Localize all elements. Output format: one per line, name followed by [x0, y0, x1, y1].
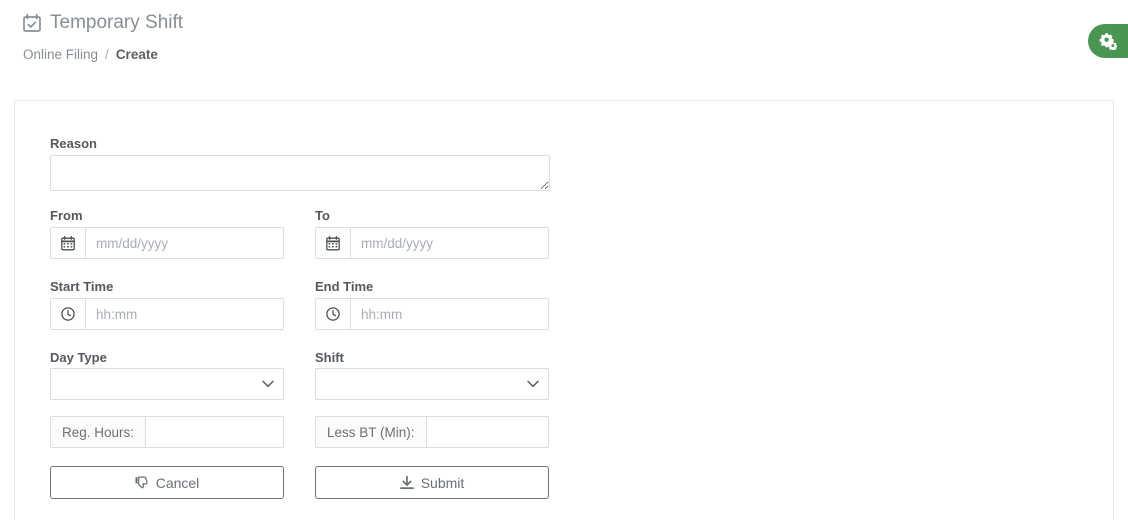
less-bt-addon-label: Less BT (Min): — [316, 417, 427, 447]
reg-hours-addon-label: Reg. Hours: — [51, 417, 147, 447]
calendar-icon[interactable] — [51, 228, 86, 258]
clock-icon[interactable] — [316, 299, 351, 329]
day-type-label: Day Type — [50, 350, 107, 365]
from-label: From — [50, 208, 83, 223]
end-time-label: End Time — [315, 279, 374, 294]
settings-button[interactable] — [1088, 24, 1128, 58]
reason-input[interactable] — [50, 155, 550, 191]
page-header: Temporary Shift Online Filing / Create — [0, 0, 1128, 88]
reg-hours-input[interactable] — [146, 417, 283, 447]
end-time-input[interactable] — [351, 299, 548, 329]
to-date-group[interactable] — [315, 227, 549, 259]
clock-icon[interactable] — [51, 299, 86, 329]
day-type-select-wrap[interactable] — [50, 368, 284, 400]
submit-button-label: Submit — [420, 474, 465, 491]
day-type-select[interactable] — [50, 368, 284, 400]
shift-label: Shift — [315, 350, 344, 365]
shift-select-wrap[interactable] — [315, 368, 549, 400]
submit-button[interactable]: Submit — [315, 466, 549, 499]
breadcrumb-item-create: Create — [115, 47, 158, 62]
page-title: Temporary Shift — [23, 12, 183, 34]
from-date-input[interactable] — [86, 228, 283, 258]
calendar-check-icon — [23, 13, 41, 33]
form-card: Reason From mm/dd/yyyy To mm/dd/yyyy Sta… — [14, 100, 1114, 520]
download-icon — [399, 475, 414, 490]
thumbs-down-icon — [135, 476, 149, 490]
shift-select[interactable] — [315, 368, 549, 400]
breadcrumb-item-online-filing[interactable]: Online Filing — [23, 47, 98, 62]
start-time-group[interactable] — [50, 298, 284, 330]
cancel-button-label: Cancel — [155, 474, 200, 491]
less-bt-input[interactable] — [426, 417, 548, 447]
breadcrumb-separator: / — [105, 47, 109, 62]
from-date-group[interactable] — [50, 227, 284, 259]
reason-label: Reason — [50, 136, 97, 151]
calendar-icon[interactable] — [316, 228, 351, 258]
to-date-input[interactable] — [351, 228, 548, 258]
reg-hours-group[interactable]: Reg. Hours: — [50, 416, 284, 448]
less-bt-group[interactable]: Less BT (Min): — [315, 416, 549, 448]
start-time-input[interactable] — [86, 299, 283, 329]
breadcrumb: Online Filing / Create — [23, 47, 158, 62]
end-time-group[interactable] — [315, 298, 549, 330]
cogs-icon — [1098, 32, 1117, 50]
form-body: Reason From mm/dd/yyyy To mm/dd/yyyy Sta… — [15, 101, 1113, 520]
page-root: Temporary Shift Online Filing / Create R… — [0, 0, 1128, 520]
to-label: To — [315, 208, 330, 223]
cancel-button[interactable]: Cancel — [50, 466, 284, 499]
page-title-text: Temporary Shift — [50, 12, 184, 33]
start-time-label: Start Time — [50, 279, 114, 294]
